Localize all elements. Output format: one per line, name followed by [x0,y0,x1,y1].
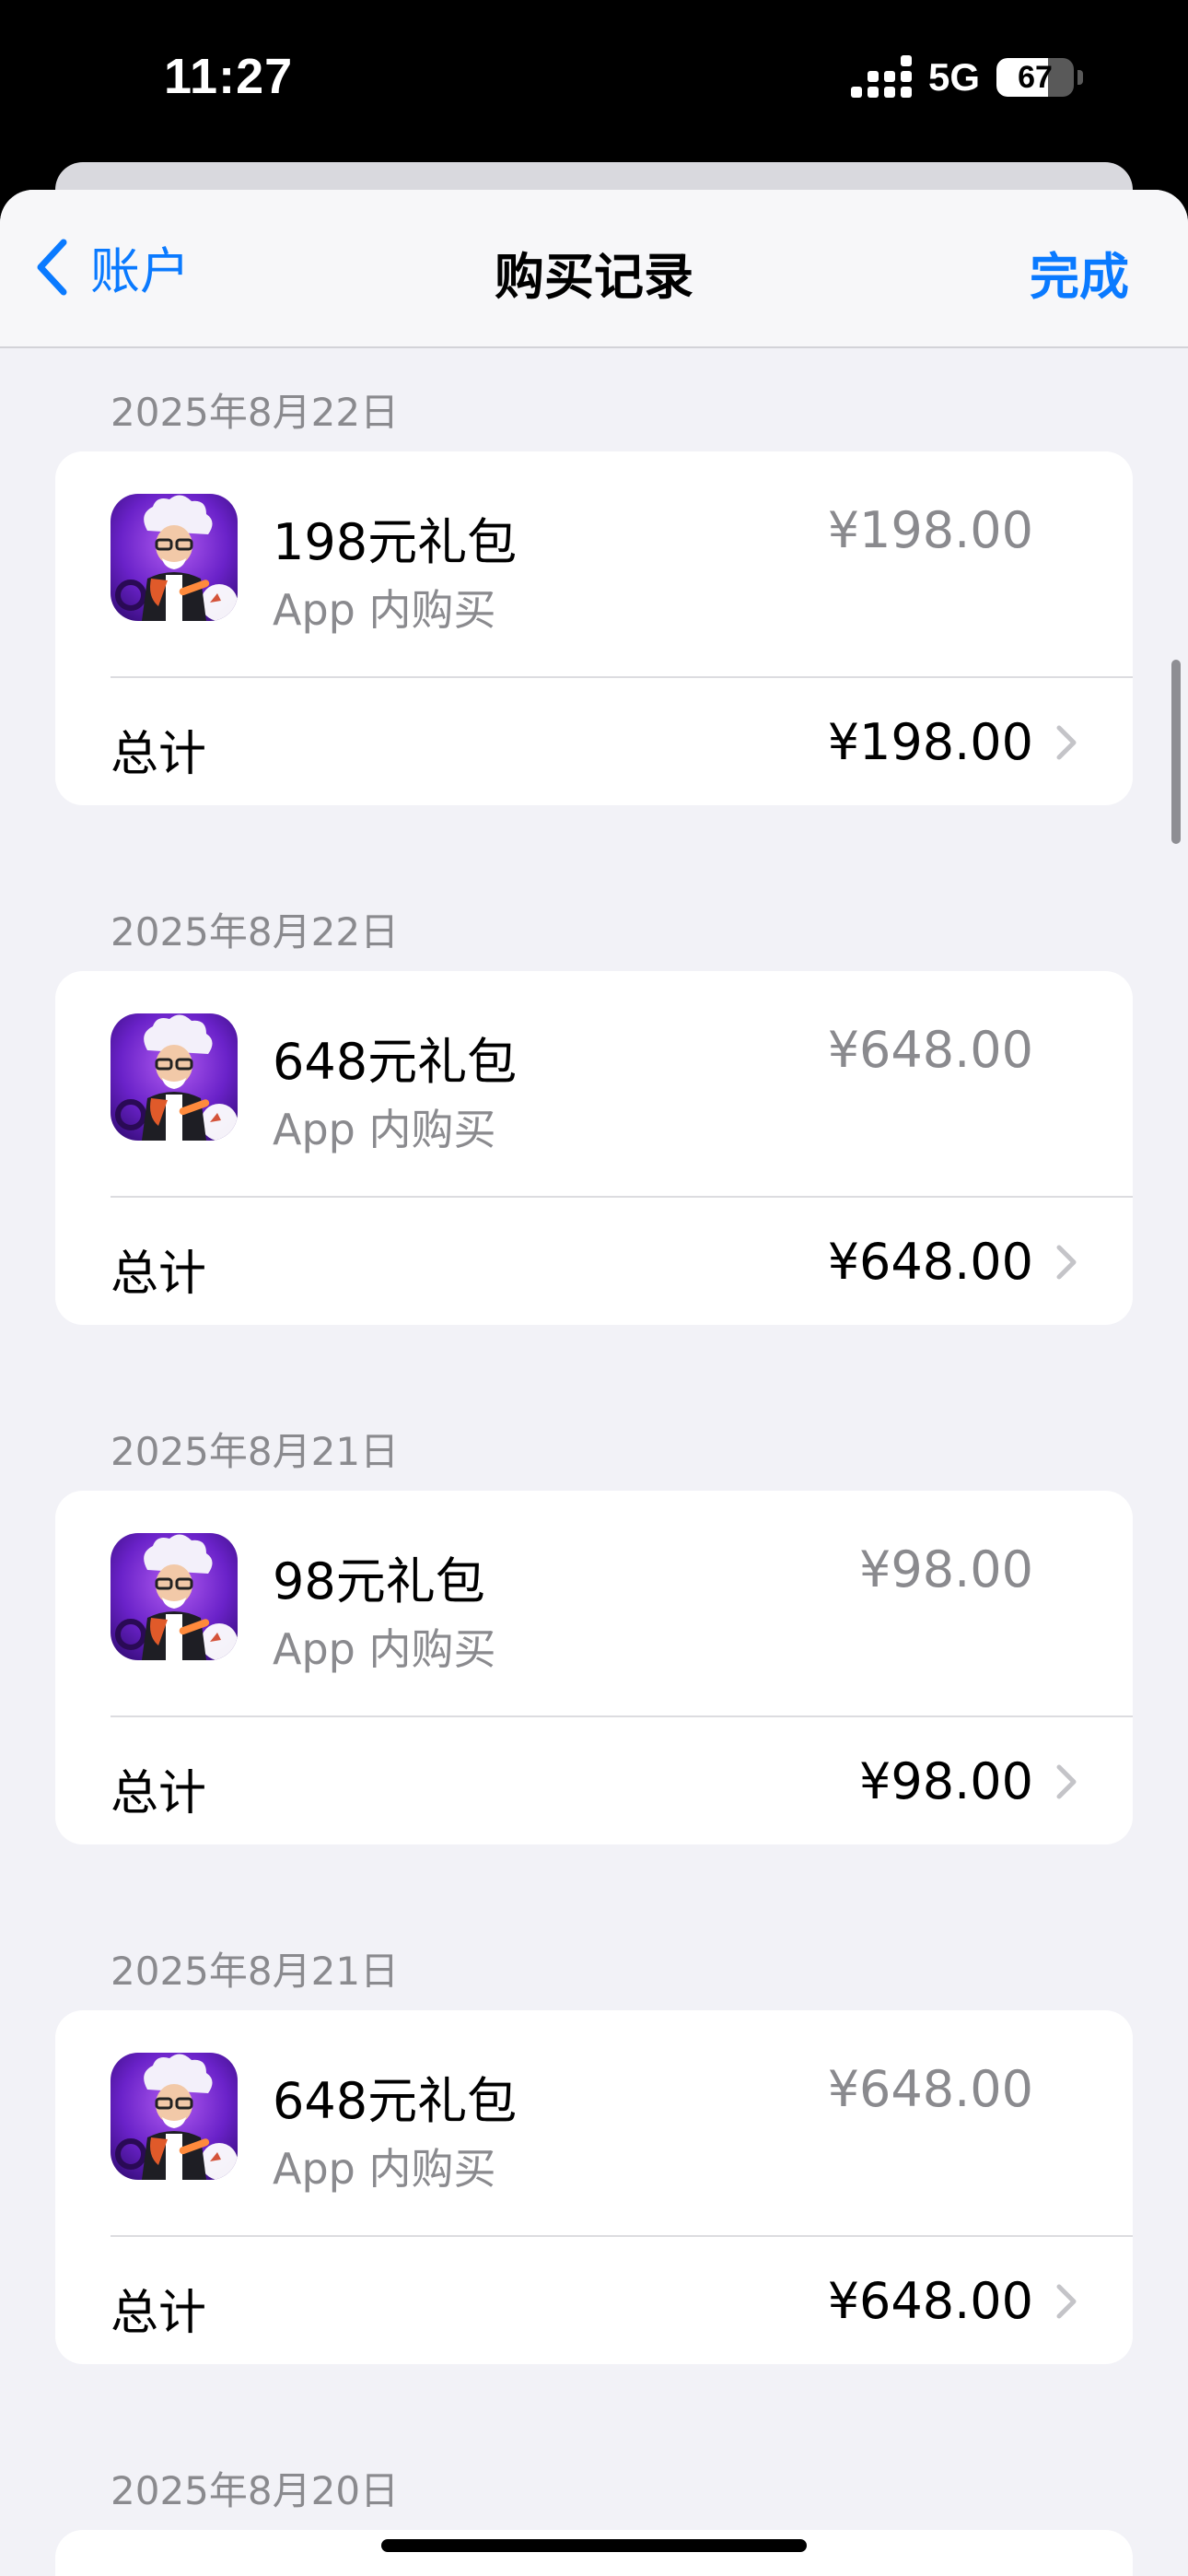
item-type: App 内购买 [273,1624,496,1674]
total-label: 总计 [111,1766,207,1821]
item-type: App 内购买 [273,2144,496,2194]
cellular-signal-icon [850,55,912,98]
page-title: 购买记录 [495,248,693,306]
total-value: ¥648.00 [827,1233,1033,1291]
purchase-item-row[interactable]: 98元礼包 App 内购买 ¥98.00 [55,1491,1133,1717]
purchase-item-row[interactable]: 648元礼包 App 内购买 ¥648.00 [55,971,1133,1198]
item-price: ¥198.00 [827,501,1033,559]
chevron-right-icon [1054,1763,1079,1800]
total-row[interactable]: 总计 ¥648.00 [55,1198,1133,1325]
total-row[interactable]: 总计 ¥198.00 [55,678,1133,805]
total-row[interactable]: 总计 ¥648.00 [55,2237,1133,2364]
item-price: ¥648.00 [827,2060,1033,2118]
total-value: ¥648.00 [827,2272,1033,2330]
purchase-history-sheet: 账户 购买记录 完成 2025年8月22日 198元礼包 App 内购买 ¥19… [0,190,1188,2576]
section-date: 2025年8月20日 [111,2468,400,2513]
purchase-card: 198元礼包 App 内购买 ¥198.00 总计 ¥198.00 [55,451,1133,805]
section-date: 2025年8月21日 [111,1949,400,1994]
total-label: 总计 [111,1247,207,1302]
battery-icon: 67 [996,58,1074,97]
game-app-icon [111,1013,238,1141]
status-bar: 11:27 5G 67 [0,0,1188,166]
section-date: 2025年8月22日 [111,390,400,435]
total-label: 总计 [111,2286,207,2341]
game-app-icon [111,494,238,621]
chevron-right-icon [1054,1244,1079,1281]
scroll-indicator[interactable] [1171,660,1181,844]
total-row[interactable]: 总计 ¥98.00 [55,1717,1133,1844]
home-indicator[interactable] [381,2539,807,2552]
item-price: ¥98.00 [859,1540,1033,1598]
chevron-right-icon [1054,724,1079,761]
item-type: App 内购买 [273,585,496,635]
game-app-icon [111,2053,238,2180]
purchase-card: 98元礼包 App 内购买 ¥98.00 总计 ¥98.00 [55,1491,1133,1844]
total-label: 总计 [111,727,207,782]
total-value: ¥198.00 [827,713,1033,771]
chevron-right-icon [1054,2283,1079,2320]
purchase-item-row[interactable]: 648元礼包 App 内购买 ¥648.00 [55,2010,1133,2237]
item-name: 648元礼包 [273,2072,518,2130]
status-indicators: 5G 67 [850,55,1083,100]
done-button[interactable]: 完成 [1030,236,1129,309]
item-name: 98元礼包 [273,1552,485,1610]
navigation-bar: 账户 购买记录 完成 [0,190,1188,348]
purchase-card: 648元礼包 App 内购买 ¥648.00 总计 ¥648.00 [55,971,1133,1325]
section-date: 2025年8月21日 [111,1429,400,1474]
total-value: ¥98.00 [859,1752,1033,1810]
item-name: 198元礼包 [273,513,518,571]
item-price: ¥648.00 [827,1021,1033,1079]
item-type: App 内购买 [273,1105,496,1154]
battery-cap [1077,70,1083,85]
purchase-item-row[interactable]: 198元礼包 App 内购买 ¥198.00 [55,451,1133,678]
status-time: 11:27 [164,49,294,104]
item-name: 648元礼包 [273,1033,518,1091]
purchase-card[interactable] [55,2530,1133,2576]
battery-percent: 67 [1018,59,1053,95]
purchase-card: 648元礼包 App 内购买 ¥648.00 总计 ¥648.00 [55,2010,1133,2364]
section-date: 2025年8月22日 [111,909,400,954]
network-type: 5G [927,55,980,99]
game-app-icon [111,1533,238,1660]
